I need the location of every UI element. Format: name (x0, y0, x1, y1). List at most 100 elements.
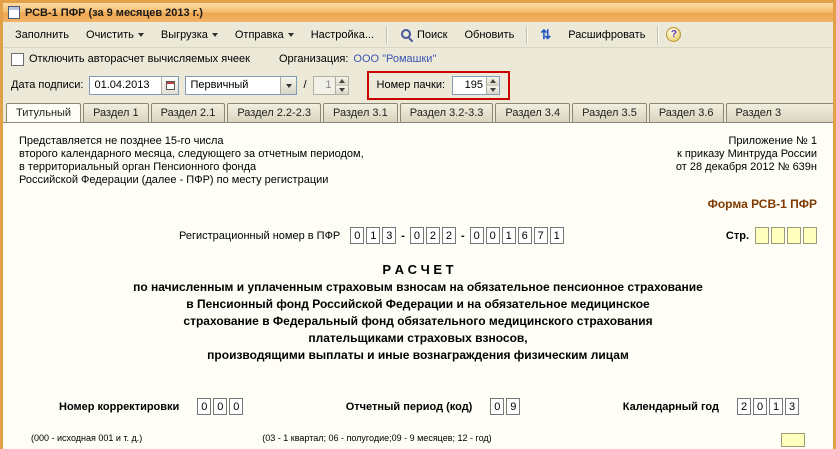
sign-date-label: Дата подписи: (11, 79, 84, 91)
tab-razdel-2-2-2-3[interactable]: Раздел 2.2-2.3 (227, 103, 321, 122)
clear-button-label: Очистить (86, 28, 134, 41)
tab-razdel-2-1[interactable]: Раздел 2.1 (150, 103, 226, 122)
correction-number-cells: 0 0 0 (197, 398, 244, 415)
pack-number-label: Номер пачки: (376, 79, 446, 91)
clear-button[interactable]: Очистить (78, 25, 152, 45)
dash-separator: - (460, 229, 465, 242)
spin-up-button[interactable] (335, 76, 348, 86)
digit-cell[interactable]: 3 (382, 227, 397, 244)
title-bar: РСВ-1 ПФР (за 9 месяцев 2013 г.) (3, 3, 833, 22)
tab-razdel-3-6[interactable]: Раздел 3.6 (648, 103, 724, 122)
header-notes: Представляется не позднее 15-го числа вт… (19, 135, 817, 187)
chevron-down-icon (285, 83, 292, 88)
calendar-icon (165, 80, 175, 90)
calendar-button[interactable] (161, 76, 179, 94)
calendar-year-group: Календарный год 2 0 1 3 (623, 398, 799, 415)
report-period-cells: 0 9 (490, 398, 521, 415)
correction-footnote: (000 - исходная 001 и т. д.) (31, 433, 143, 443)
organization-field[interactable]: ООО "Ромашки" (353, 53, 436, 65)
digit-cell[interactable]: 0 (213, 398, 228, 415)
digit-cell[interactable]: 0 (197, 398, 212, 415)
pack-number-input[interactable]: 195 (452, 75, 501, 95)
digit-cell[interactable]: 0 (229, 398, 244, 415)
submission-note: Представляется не позднее 15-го числа вт… (19, 135, 364, 187)
dash-separator: - (401, 229, 405, 242)
report-period-label: Отчетный период (код) (345, 400, 473, 413)
calc-title: Р А С Ч Е Т (382, 262, 454, 277)
note-line: в территориальный орган Пенсионного фонд… (19, 161, 257, 173)
search-button-label: Поиск (417, 28, 448, 41)
tab-razdel-3-2-3-3[interactable]: Раздел 3.2-3.3 (399, 103, 494, 122)
help-icon[interactable]: ? (666, 27, 682, 42)
digit-cell[interactable]: 2 (425, 227, 440, 244)
registration-number-cells: 0 1 3 - 0 2 2 - 0 0 1 6 7 1 (350, 227, 564, 244)
settings-button-label: Настройка... (310, 28, 375, 41)
page-number-cell[interactable] (803, 227, 817, 244)
fill-button[interactable]: Заполнить (7, 25, 77, 45)
digit-cell[interactable]: 1 (769, 398, 783, 415)
digit-cell[interactable]: 1 (366, 227, 381, 244)
report-window: РСВ-1 ПФР (за 9 месяцев 2013 г.) Заполни… (0, 0, 836, 449)
search-icon (400, 28, 413, 41)
yellow-field-cell[interactable] (781, 433, 805, 447)
slash-separator: / (303, 79, 307, 91)
explain-button-label: Расшифровать (568, 28, 646, 41)
spin-down-button[interactable] (335, 85, 348, 94)
send-button[interactable]: Отправка (227, 25, 302, 45)
digit-cell[interactable]: 0 (469, 227, 484, 244)
page-number-cell[interactable] (771, 227, 785, 244)
search-button[interactable]: Поиск (392, 24, 455, 45)
tab-razdel-3-1[interactable]: Раздел 3.1 (323, 103, 398, 122)
page-number-cell[interactable] (787, 227, 801, 244)
tab-razdel-3-5[interactable]: Раздел 3.5 (572, 103, 647, 122)
digit-cell[interactable]: 3 (785, 398, 799, 415)
digit-cell[interactable]: 0 (350, 227, 365, 244)
explain-button[interactable]: Расшифровать (560, 25, 653, 45)
calendar-year-cells: 2 0 1 3 (737, 398, 799, 415)
chevron-down-icon (287, 33, 294, 37)
exchange-button[interactable]: ⇅ (532, 24, 559, 45)
revision-number-input[interactable]: 1 (312, 75, 349, 95)
note-line: от 28 декабря 2012 № 639н (675, 161, 817, 173)
tab-razdel-3-clipped[interactable]: Раздел 3 (725, 103, 833, 122)
tab-razdel-1[interactable]: Раздел 1 (83, 103, 149, 122)
pack-number-highlight: Номер пачки: 195 (366, 70, 511, 100)
footnotes-row: (000 - исходная 001 и т. д.) (03 - 1 ква… (19, 433, 817, 447)
digit-cell[interactable]: 0 (490, 398, 505, 415)
digit-cell[interactable]: 2 (737, 398, 751, 415)
note-line: второго календарного месяца, следующего … (19, 148, 364, 160)
export-button[interactable]: Выгрузка (153, 25, 226, 45)
refresh-button[interactable]: Обновить (457, 25, 523, 45)
registration-number-row: Регистрационный номер в ПФР 0 1 3 - 0 2 … (19, 227, 817, 244)
dropdown-button[interactable] (280, 76, 297, 94)
report-period-group: Отчетный период (код) 0 9 (346, 398, 521, 415)
document-icon (8, 6, 20, 19)
disable-autocalc-checkbox[interactable] (11, 52, 24, 66)
sign-date-input[interactable]: 01.04.2013 (89, 75, 180, 95)
digit-cell[interactable]: 7 (533, 227, 548, 244)
note-line: к приказу Минтруда России (676, 148, 817, 160)
page-number-cell[interactable] (755, 227, 769, 244)
fill-button-label: Заполнить (15, 28, 70, 41)
refresh-button-label: Обновить (464, 28, 515, 41)
appendix-note: Приложение № 1 к приказу Минтруда России… (676, 135, 817, 187)
spin-up-button[interactable] (487, 76, 500, 86)
digit-cell[interactable]: 0 (485, 227, 500, 244)
digit-cell[interactable]: 1 (501, 227, 516, 244)
report-kind-select[interactable]: Первичный (185, 75, 298, 95)
digit-cell[interactable]: 0 (409, 227, 424, 244)
exchange-arrows-icon: ⇅ (540, 27, 552, 42)
digit-cell[interactable]: 2 (441, 227, 456, 244)
pack-number-value: 195 (464, 79, 484, 91)
digit-cell[interactable]: 6 (517, 227, 532, 244)
tab-titulnyj[interactable]: Титульный (6, 103, 82, 122)
note-line: Российской Федерации (далее - ПФР) по ме… (19, 174, 329, 186)
settings-button[interactable]: Настройка... (303, 25, 382, 45)
chevron-down-icon (137, 33, 144, 37)
digit-cell[interactable]: 1 (549, 227, 564, 244)
digit-cell[interactable]: 0 (753, 398, 767, 415)
digit-cell[interactable]: 9 (506, 398, 521, 415)
revision-spin-buttons (334, 76, 348, 94)
tab-razdel-3-4[interactable]: Раздел 3.4 (495, 103, 571, 122)
spin-down-button[interactable] (487, 85, 500, 94)
